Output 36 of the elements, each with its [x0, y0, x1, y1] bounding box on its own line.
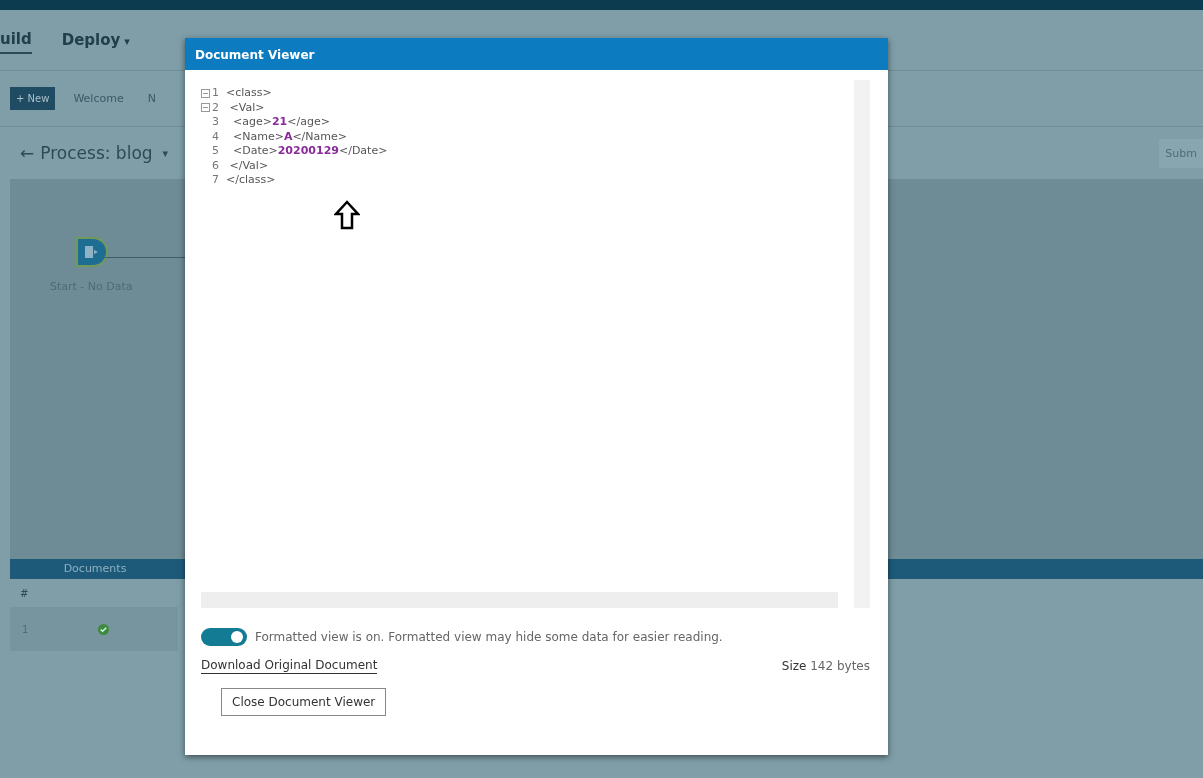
nav-item[interactable]: uild — [0, 26, 32, 54]
dialog-title: Document Viewer — [185, 38, 888, 70]
tab[interactable]: N — [141, 88, 162, 109]
fold-icon[interactable] — [201, 103, 210, 113]
fold-icon[interactable] — [201, 88, 210, 98]
back-arrow-icon[interactable]: ← — [20, 143, 35, 163]
line-number: 6 — [212, 158, 220, 173]
line-number: 1 — [212, 86, 220, 101]
nav-item[interactable]: Deploy ▾ — [61, 27, 130, 53]
line-number: 5 — [212, 144, 220, 159]
code-line: </class> — [226, 173, 276, 188]
caret-icon[interactable]: ▾ — [162, 146, 169, 160]
caret-icon: ▾ — [124, 35, 130, 48]
download-link[interactable]: Download Original Document — [201, 658, 378, 674]
panel-title: Documents — [62, 561, 128, 577]
line-number: 4 — [212, 129, 220, 144]
code-line: <Val> — [228, 100, 265, 115]
toggle-label: Formatted view is on. Formatted view may hide some data for easier reading. — [255, 630, 723, 644]
code-line: <Date>20200129</Date> — [232, 144, 388, 159]
process-title: Process: blog — [40, 143, 153, 163]
line-number: 3 — [212, 115, 220, 130]
code-line: </Val> — [228, 158, 269, 173]
start-node-icon[interactable] — [73, 234, 110, 270]
file-size: Size 142 bytes — [781, 659, 870, 673]
code-line: <Name>A</Name> — [232, 129, 347, 144]
close-viewer-button[interactable]: Close Document Viewer — [221, 688, 387, 716]
code-line: <class> — [226, 86, 272, 101]
code-line: <age>21</age> — [232, 115, 330, 130]
column-header: # — [20, 587, 29, 599]
tab[interactable]: Welcome — [67, 88, 130, 109]
up-arrow-icon — [334, 200, 360, 230]
new-button[interactable]: + New — [10, 87, 56, 110]
line-number: 7 — [212, 173, 220, 188]
submit-button[interactable]: Subm — [1159, 138, 1203, 168]
line-number: 2 — [212, 100, 220, 115]
formatted-view-toggle[interactable] — [201, 628, 247, 646]
